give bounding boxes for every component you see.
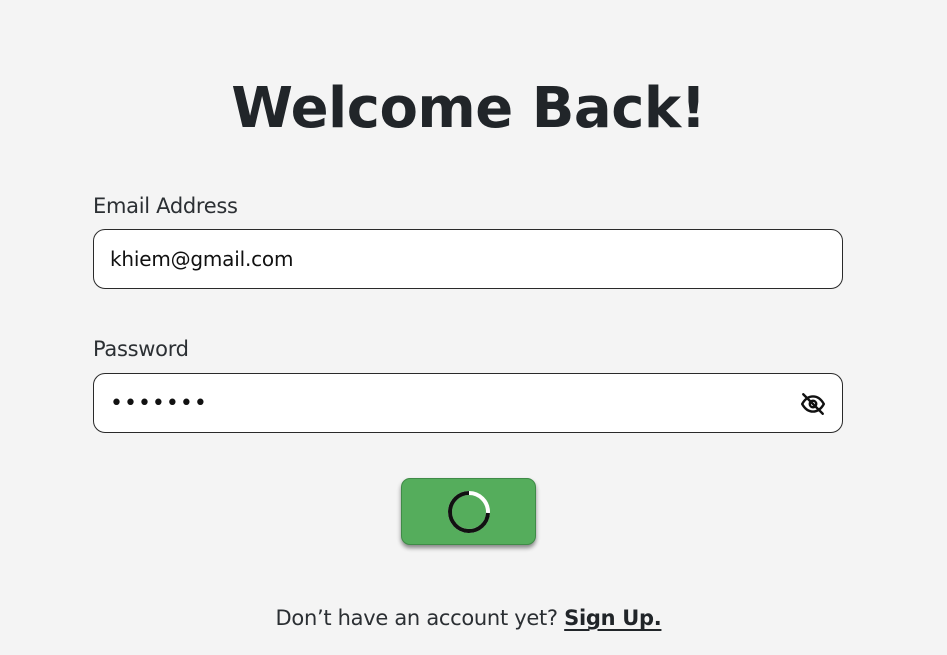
password-field-container: [93, 373, 843, 433]
signup-prompt-text: Don’t have an account yet?: [275, 606, 559, 630]
login-page: Welcome Back! Email Address Password Don…: [0, 0, 947, 655]
signup-prompt: Don’t have an account yet? Sign Up.: [0, 606, 937, 630]
signup-link[interactable]: Sign Up.: [564, 606, 662, 630]
submit-button[interactable]: [401, 478, 536, 545]
password-field[interactable]: [110, 374, 790, 432]
page-title: Welcome Back!: [231, 76, 706, 141]
loading-spinner-icon: [446, 489, 492, 535]
email-field[interactable]: [110, 230, 790, 288]
password-label: Password: [93, 337, 189, 361]
eye-slash-icon[interactable]: [800, 391, 826, 417]
email-field-container: [93, 229, 843, 289]
email-label: Email Address: [93, 194, 238, 218]
